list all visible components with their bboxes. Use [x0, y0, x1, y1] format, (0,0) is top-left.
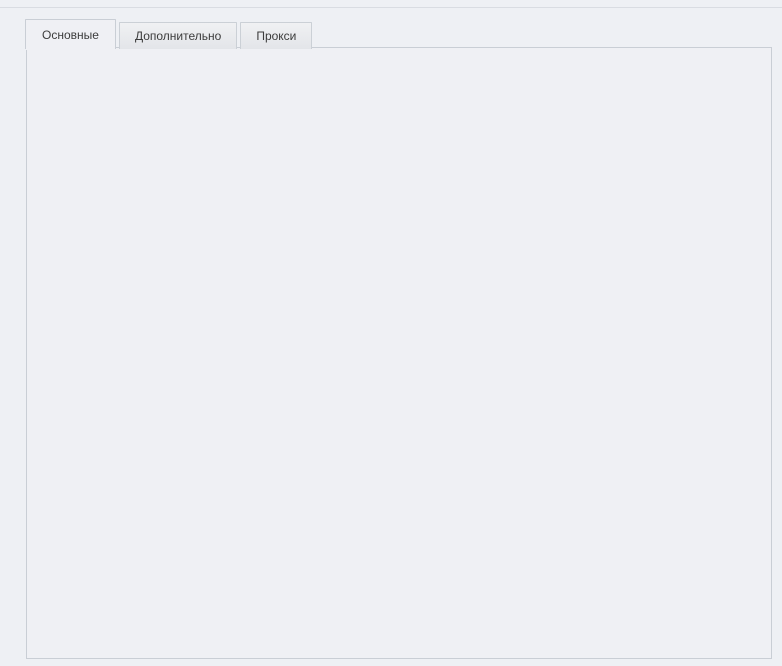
tab-page-panel — [26, 47, 772, 659]
tab-advanced-label: Дополнительно — [135, 29, 221, 43]
tab-advanced[interactable]: Дополнительно — [119, 22, 237, 49]
tab-proxy-label: Прокси — [256, 29, 296, 43]
top-divider — [0, 7, 782, 8]
tab-proxy[interactable]: Прокси — [240, 22, 312, 49]
tab-main-label: Основные — [42, 28, 99, 42]
tab-bar: Основные Дополнительно Прокси — [25, 19, 315, 49]
tab-main[interactable]: Основные — [25, 19, 116, 49]
